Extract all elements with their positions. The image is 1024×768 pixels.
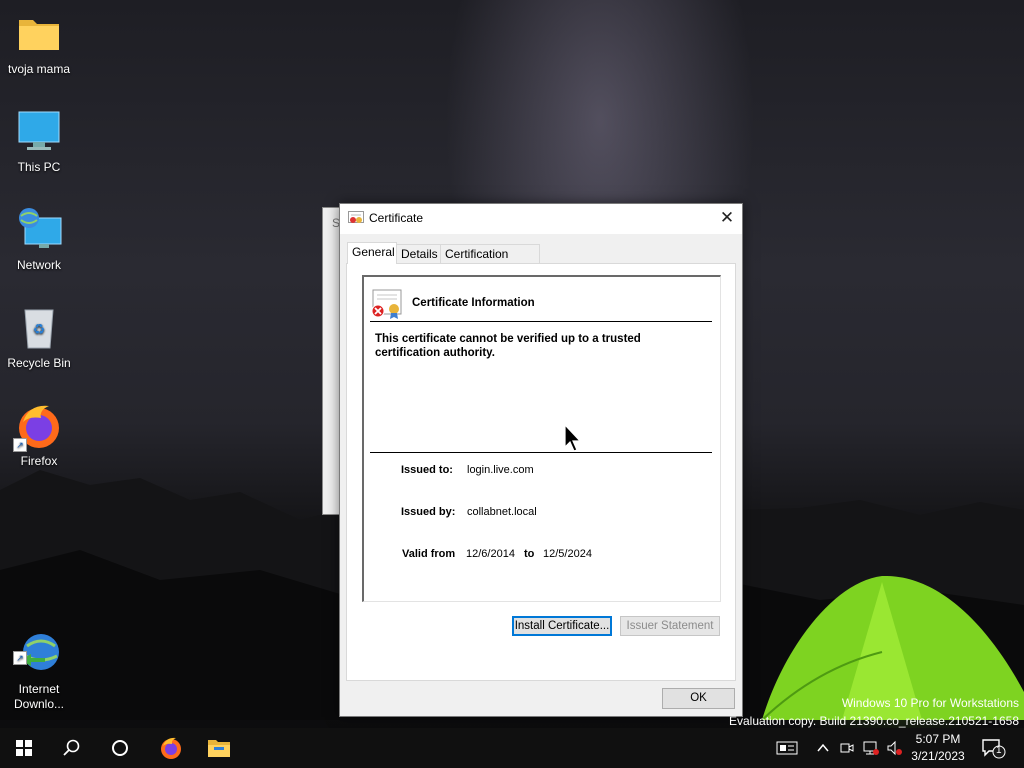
- mouse-cursor-icon: [564, 424, 582, 452]
- desktop-icon-label: This PC: [17, 160, 61, 174]
- search-icon: [63, 739, 80, 756]
- notification-icon: [982, 739, 1006, 759]
- show-hidden-icons-chevron-icon[interactable]: [813, 740, 833, 756]
- issued-to-value: login.live.com: [467, 464, 534, 476]
- desktop-icon-firefox[interactable]: ↗ Firefox: [1, 402, 77, 469]
- firefox-icon: ↗: [13, 402, 63, 452]
- windows-watermark: Windows 10 Pro for Workstations Evaluati…: [729, 694, 1019, 730]
- desktop-icon-folder[interactable]: tvoja mama: [1, 10, 77, 77]
- firefox-icon: [161, 737, 181, 759]
- search-button[interactable]: [48, 728, 96, 768]
- certificate-icon: [348, 211, 364, 223]
- valid-to-label: to: [524, 548, 535, 560]
- taskbar-clock[interactable]: 5:07 PM 3/21/2023: [902, 731, 974, 765]
- taskbar-file-explorer[interactable]: [195, 728, 243, 768]
- general-tab-panel: Certificate Information This certificate…: [346, 263, 736, 681]
- install-certificate-button[interactable]: Install Certificate...: [512, 616, 612, 636]
- valid-to-value: 12/5/2024: [543, 548, 592, 560]
- desktop-icon-label: Internet Downlo...: [13, 682, 65, 711]
- action-center-button[interactable]: 1: [980, 736, 1006, 760]
- start-button[interactable]: [0, 728, 48, 768]
- issued-by-value: collabnet.local: [467, 506, 537, 518]
- issuer-statement-button[interactable]: Issuer Statement: [620, 616, 720, 636]
- cortana-button[interactable]: [96, 728, 144, 768]
- meet-now-icon[interactable]: [837, 740, 857, 756]
- notification-count-badge: 1: [996, 745, 1002, 756]
- certificate-info-heading: Certificate Information: [412, 297, 535, 309]
- news-widget-icon[interactable]: [776, 740, 798, 756]
- network-icon: [15, 206, 63, 254]
- watermark-edition: Windows 10 Pro for Workstations: [841, 696, 1019, 710]
- file-explorer-icon: [208, 740, 230, 757]
- desktop-icon-network[interactable]: Network: [1, 206, 77, 273]
- desktop-icon-label: Recycle Bin: [7, 356, 71, 370]
- taskbar: 5:07 PM 3/21/2023 1: [0, 728, 1024, 768]
- windows-logo-icon: [16, 740, 32, 756]
- tab-details[interactable]: Details: [396, 244, 442, 264]
- desktop-icon-label: Firefox: [20, 454, 58, 468]
- clock-date: 3/21/2023: [911, 749, 965, 763]
- cortana-circle-icon: [112, 740, 128, 756]
- internet-download-manager-icon: ↗: [13, 615, 63, 670]
- issued-to-label: Issued to:: [401, 464, 453, 476]
- details-divider: [370, 452, 712, 453]
- desktop-icon-this-pc[interactable]: This PC: [1, 108, 77, 175]
- ok-button[interactable]: OK: [662, 688, 735, 709]
- desktop-icon-recycle-bin[interactable]: ♻ Recycle Bin: [1, 304, 77, 371]
- shortcut-arrow-icon: ↗: [13, 438, 27, 452]
- certificate-info-box: Certificate Information This certificate…: [362, 275, 721, 602]
- desktop-icon-label: tvoja mama: [7, 62, 71, 76]
- valid-from-label: Valid from: [402, 548, 456, 560]
- folder-icon: [15, 10, 63, 58]
- tab-certification-path[interactable]: Certification Path: [440, 244, 540, 280]
- dialog-titlebar[interactable]: Certificate ✕: [340, 204, 742, 234]
- clock-time: 5:07 PM: [915, 732, 961, 746]
- heading-divider: [370, 321, 712, 322]
- network-status-icon[interactable]: [861, 740, 881, 756]
- shortcut-arrow-icon: ↗: [13, 651, 27, 665]
- recycle-bin-icon: ♻: [15, 304, 63, 352]
- verification-warning: This certificate cannot be verified up t…: [375, 333, 641, 359]
- desktop-icon-internet-download-manager[interactable]: ↗ Internet Downlo...: [1, 600, 77, 712]
- desktop-icon-label: Network: [16, 258, 61, 272]
- close-button[interactable]: ✕: [712, 204, 742, 234]
- certificate-error-icon: [371, 289, 402, 319]
- dialog-title: Certificate: [369, 211, 424, 225]
- computer-icon: [15, 108, 63, 156]
- close-icon: ✕: [719, 208, 735, 227]
- tab-general[interactable]: General: [347, 242, 397, 264]
- valid-from-value: 12/6/2014: [466, 548, 515, 560]
- svg-text:♻: ♻: [33, 321, 46, 337]
- issued-by-label: Issued by:: [401, 506, 456, 518]
- taskbar-firefox[interactable]: [147, 728, 195, 768]
- certificate-dialog: Certificate ✕ General Details Certificat…: [339, 203, 743, 717]
